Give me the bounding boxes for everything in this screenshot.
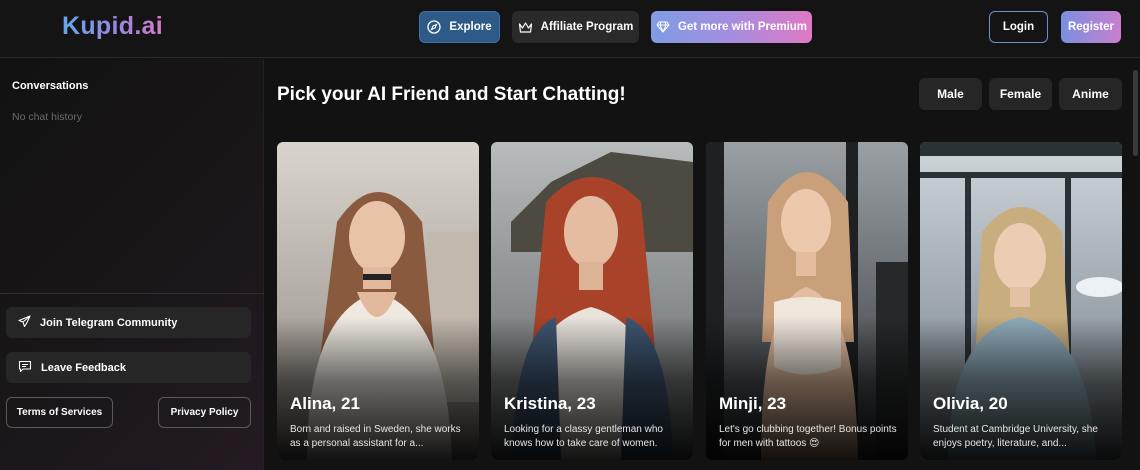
login-button[interactable]: Login bbox=[989, 11, 1048, 43]
character-description: Born and raised in Sweden, she works as … bbox=[290, 424, 461, 449]
feedback-label: Leave Feedback bbox=[41, 361, 126, 374]
terms-of-services-button[interactable]: Terms of Services bbox=[6, 397, 113, 428]
character-card[interactable]: Kristina, 23 Looking for a classy gentle… bbox=[491, 142, 693, 460]
character-card[interactable]: Minji, 23 Let's go clubbing together! Bo… bbox=[706, 142, 908, 460]
sidebar-divider bbox=[0, 293, 264, 294]
crown-icon bbox=[518, 21, 533, 34]
empty-chat-history: No chat history bbox=[12, 111, 83, 123]
privacy-policy-button[interactable]: Privacy Policy bbox=[158, 397, 251, 428]
join-telegram-button[interactable]: Join Telegram Community bbox=[6, 307, 251, 338]
affiliate-program-button[interactable]: Affiliate Program bbox=[512, 11, 639, 43]
explore-label: Explore bbox=[449, 21, 492, 33]
filter-female[interactable]: Female bbox=[989, 78, 1052, 110]
character-name: Alina, 21 bbox=[290, 394, 360, 413]
character-name: Minji, 23 bbox=[719, 394, 787, 413]
chat-bubble-icon bbox=[18, 360, 32, 376]
compass-icon bbox=[427, 20, 442, 34]
scrollbar[interactable] bbox=[1133, 70, 1138, 156]
filter-anime[interactable]: Anime bbox=[1059, 78, 1122, 110]
telegram-label: Join Telegram Community bbox=[40, 316, 178, 329]
top-bar: Kupid.ai Explore Affiliate Program Get m… bbox=[0, 0, 1140, 58]
premium-button[interactable]: Get more with Premium bbox=[651, 11, 812, 43]
character-description: Student at Cambridge University, she enj… bbox=[933, 424, 1098, 449]
leave-feedback-button[interactable]: Leave Feedback bbox=[6, 352, 251, 383]
page-title: Pick your AI Friend and Start Chatting! bbox=[277, 84, 626, 105]
filter-male[interactable]: Male bbox=[919, 78, 982, 110]
paper-plane-icon bbox=[18, 314, 31, 331]
affiliate-label: Affiliate Program bbox=[540, 21, 634, 33]
logo[interactable]: Kupid.ai bbox=[62, 12, 163, 41]
conversations-heading: Conversations bbox=[12, 80, 89, 92]
sidebar: Conversations No chat history Join Teleg… bbox=[0, 59, 264, 470]
register-button[interactable]: Register bbox=[1061, 11, 1121, 43]
premium-label: Get more with Premium bbox=[677, 21, 808, 33]
character-card[interactable]: Alina, 21 Born and raised in Sweden, she… bbox=[277, 142, 479, 460]
character-card[interactable]: Olivia, 20 Student at Cambridge Universi… bbox=[920, 142, 1122, 460]
diamond-icon bbox=[656, 21, 670, 33]
character-description: Looking for a classy gentleman who knows… bbox=[504, 424, 663, 449]
character-description: Let's go clubbing together! Bonus points… bbox=[719, 424, 897, 449]
explore-button[interactable]: Explore bbox=[419, 11, 500, 43]
character-name: Kristina, 23 bbox=[504, 394, 596, 413]
character-name: Olivia, 20 bbox=[933, 394, 1008, 413]
